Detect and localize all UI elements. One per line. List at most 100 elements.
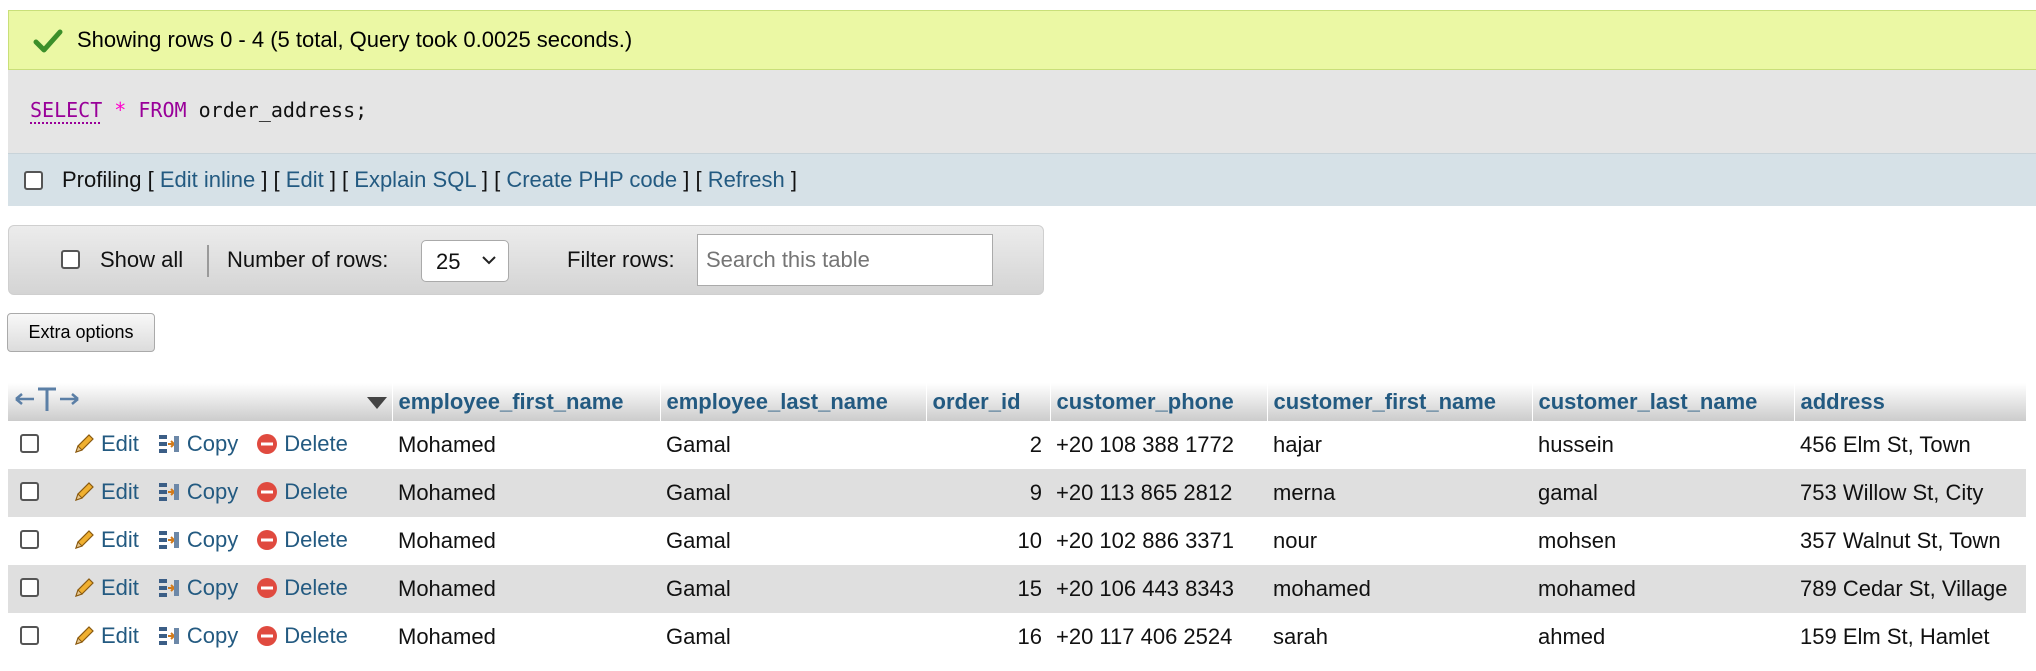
table-cell[interactable]: Gamal [660, 517, 926, 565]
create-php-code-link[interactable]: Create PHP code [506, 167, 677, 192]
edit-inline-link[interactable]: Edit inline [160, 167, 255, 192]
table-cell[interactable]: hajar [1267, 421, 1532, 469]
row-delete-link[interactable]: Delete [256, 527, 348, 553]
row-delete-link[interactable]: Delete [256, 575, 348, 601]
number-of-rows-select[interactable]: 25 [421, 240, 509, 282]
row-edit-link[interactable]: Edit [73, 431, 139, 457]
table-cell[interactable]: +20 106 443 8343 [1050, 565, 1267, 613]
profiling-links: Profiling [ Edit inline ] [ Edit ] [ Exp… [62, 167, 797, 192]
edit-label: Edit [101, 574, 139, 600]
column-header[interactable]: customer_phone [1050, 383, 1268, 421]
table-cell[interactable]: 15 [926, 565, 1050, 613]
table-cell[interactable]: hussein [1532, 421, 1794, 469]
extra-options-button[interactable]: Extra options [7, 313, 155, 352]
row-edit-link[interactable]: Edit [73, 527, 139, 553]
row-actions: Edit Copy Delete [8, 517, 392, 565]
refresh-link[interactable]: Refresh [708, 167, 785, 192]
table-cell[interactable]: gamal [1532, 469, 1794, 517]
table-cell[interactable]: 789 Cedar St, Village [1794, 565, 2026, 613]
table-cell[interactable]: 357 Walnut St, Town [1794, 517, 2026, 565]
row-checkbox[interactable] [20, 578, 39, 598]
table-cell[interactable]: 456 Elm St, Town [1794, 421, 2026, 469]
table-cell[interactable]: Gamal [660, 421, 926, 469]
column-header[interactable]: customer_first_name [1267, 383, 1533, 421]
table-cell[interactable]: 9 [926, 469, 1050, 517]
column-header[interactable]: employee_last_name [660, 383, 927, 421]
table-cell[interactable]: merna [1267, 469, 1532, 517]
table-cell[interactable]: +20 117 406 2524 [1050, 613, 1267, 661]
row-copy-link[interactable]: Copy [157, 431, 238, 457]
copy-icon [158, 482, 179, 501]
table-cell[interactable]: 159 Elm St, Hamlet [1794, 613, 2026, 661]
row-delete-link[interactable]: Delete [256, 623, 348, 649]
edit-label: Edit [101, 430, 139, 456]
table-cell[interactable]: mohamed [1532, 565, 1794, 613]
header-row: employee_first_name employee_last_name o… [8, 383, 2027, 421]
row-copy-link[interactable]: Copy [157, 623, 238, 649]
table-cell[interactable]: Gamal [660, 469, 926, 517]
row-checkbox[interactable] [20, 482, 39, 502]
column-header[interactable]: address [1794, 383, 2027, 421]
table-cell[interactable]: Gamal [660, 565, 926, 613]
column-header[interactable]: employee_first_name [392, 383, 661, 421]
table-cell[interactable]: mohamed [1267, 565, 1532, 613]
rows-select-value: 25 [436, 249, 461, 274]
table-cell[interactable]: +20 108 388 1772 [1050, 421, 1267, 469]
table-cell[interactable]: Mohamed [392, 421, 660, 469]
edit-label: Edit [101, 622, 139, 648]
row-checkbox[interactable] [20, 626, 39, 646]
row-copy-link[interactable]: Copy [157, 575, 238, 601]
table-cell[interactable]: mohsen [1532, 517, 1794, 565]
copy-icon [158, 626, 179, 645]
edit-link[interactable]: Edit [286, 167, 324, 192]
profiling-label: Profiling [62, 167, 142, 192]
table-row: Edit Copy Delete Mohamed Gamal 15 +20 106 443 … [8, 565, 2026, 613]
sql-select-keyword[interactable]: SELECT [30, 98, 102, 122]
copy-label: Copy [186, 622, 239, 648]
column-header[interactable]: customer_last_name [1532, 383, 1795, 421]
table-cell[interactable]: ahmed [1532, 613, 1794, 661]
row-delete-link[interactable]: Delete [256, 479, 348, 505]
filter-rows-input[interactable] [697, 234, 993, 286]
table-cell[interactable]: +20 113 865 2812 [1050, 469, 1267, 517]
success-text: Showing rows 0 - 4 (5 total, Query took … [77, 27, 633, 52]
pencil-icon [75, 529, 94, 549]
table-cell[interactable]: 753 Willow St, City [1794, 469, 2026, 517]
show-all-checkbox[interactable] [61, 250, 80, 269]
row-copy-link[interactable]: Copy [157, 527, 238, 553]
row-edit-link[interactable]: Edit [73, 575, 139, 601]
profiling-checkbox[interactable] [24, 171, 43, 190]
delete-label: Delete [284, 622, 348, 648]
show-all-label[interactable]: Show all [100, 247, 183, 273]
column-header[interactable]: order_id [926, 383, 1051, 421]
success-message: Showing rows 0 - 4 (5 total, Query took … [8, 10, 2036, 70]
table-cell[interactable]: +20 102 886 3371 [1050, 517, 1267, 565]
table-cell[interactable]: Mohamed [392, 469, 660, 517]
delete-icon [257, 481, 278, 502]
row-delete-link[interactable]: Delete [256, 431, 348, 457]
copy-label: Copy [186, 430, 239, 456]
row-edit-link[interactable]: Edit [73, 479, 139, 505]
row-checkbox[interactable] [20, 434, 39, 454]
table-cell[interactable]: 2 [926, 421, 1050, 469]
table-row: Edit Copy Delete Mohamed Gamal 2 +20 108 388 1… [8, 421, 2026, 469]
column-arrows-icon[interactable] [14, 384, 80, 414]
table-cell[interactable]: Gamal [660, 613, 926, 661]
table-cell[interactable]: Mohamed [392, 613, 660, 661]
table-row: Edit Copy Delete Mohamed Gamal 10 +20 102 886 … [8, 517, 2026, 565]
row-edit-link[interactable]: Edit [73, 623, 139, 649]
row-checkbox[interactable] [20, 530, 39, 550]
sql-query-box: SELECT * FROM order_address; [8, 70, 2036, 153]
table-row: Edit Copy Delete Mohamed Gamal 16 +20 117 406 … [8, 613, 2026, 661]
sort-triangle-icon[interactable] [366, 396, 388, 410]
sql-star: * [114, 98, 127, 122]
table-cell[interactable]: Mohamed [392, 565, 660, 613]
pencil-icon [75, 625, 94, 645]
table-cell[interactable]: Mohamed [392, 517, 660, 565]
row-copy-link[interactable]: Copy [157, 479, 238, 505]
table-cell[interactable]: 16 [926, 613, 1050, 661]
table-cell[interactable]: 10 [926, 517, 1050, 565]
table-cell[interactable]: nour [1267, 517, 1532, 565]
table-cell[interactable]: sarah [1267, 613, 1532, 661]
explain-sql-link[interactable]: Explain SQL [354, 167, 475, 192]
